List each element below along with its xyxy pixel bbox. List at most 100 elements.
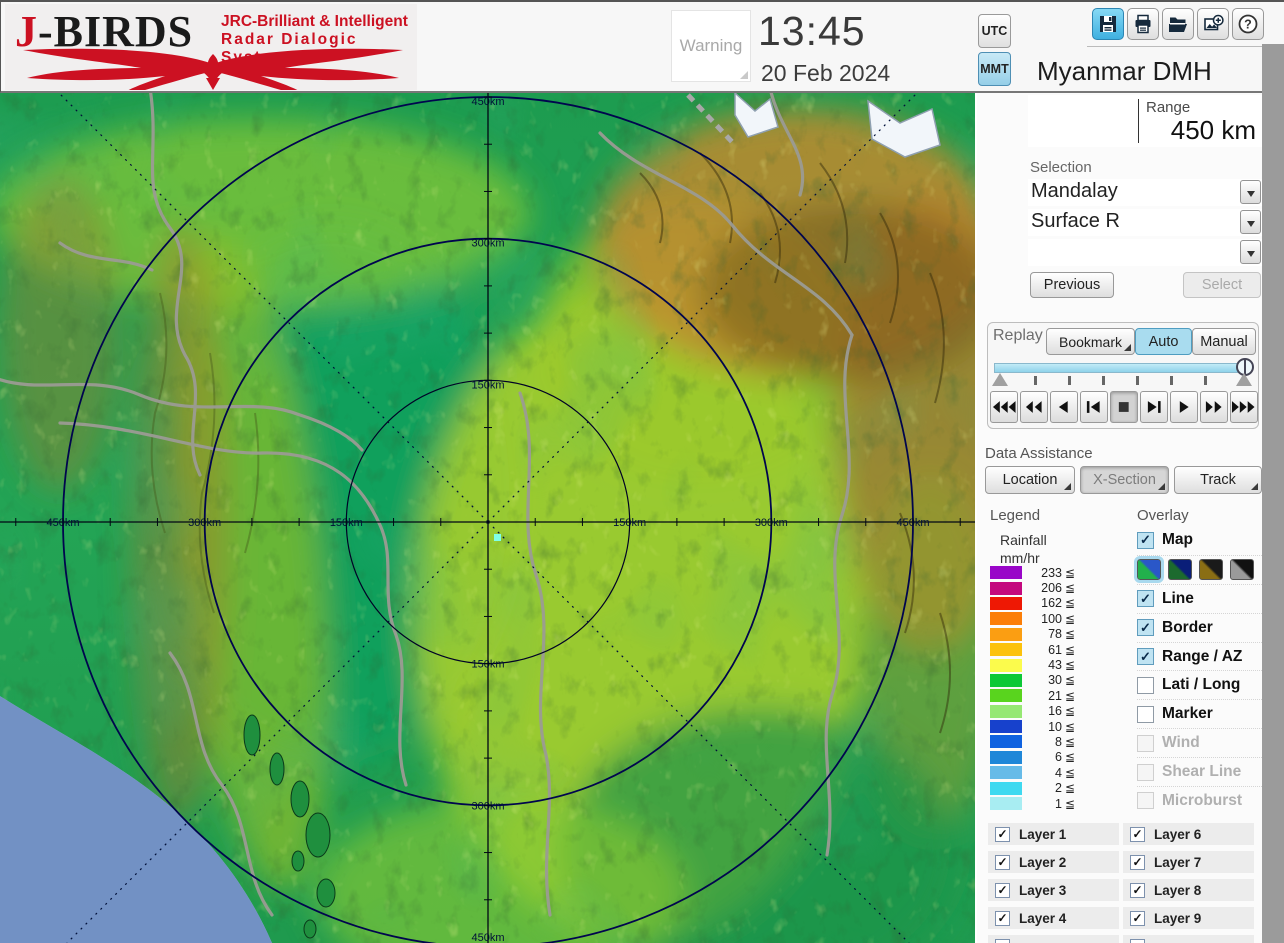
checkbox-marker[interactable] bbox=[1137, 705, 1154, 723]
replay-label: Replay bbox=[993, 327, 1043, 344]
save-button[interactable] bbox=[1092, 8, 1124, 40]
layer-row-layer-7[interactable]: ✓ Layer 7 bbox=[1123, 851, 1254, 873]
utc-button[interactable]: UTC bbox=[978, 14, 1011, 48]
step-forward-button[interactable] bbox=[1140, 391, 1168, 423]
overlay-row-shear-line[interactable]: Shear Line bbox=[1137, 757, 1262, 786]
checkbox-border[interactable]: ✓ bbox=[1137, 619, 1154, 637]
overlay-row-line[interactable]: ✓ Line bbox=[1137, 583, 1262, 613]
legend-value: 61 bbox=[1048, 642, 1062, 657]
overlay-row-map[interactable]: ✓ Map bbox=[1137, 526, 1262, 555]
save-icon bbox=[1100, 16, 1116, 32]
rewind-fast-button[interactable] bbox=[990, 391, 1018, 423]
radar-map[interactable]: 150km 150km 150km 150km 300km 300km 300km 300km… bbox=[0, 93, 975, 943]
layer-row-layer-8[interactable]: ✓ Layer 8 bbox=[1123, 879, 1254, 901]
forward-fast-button[interactable] bbox=[1230, 391, 1258, 423]
step-back-button[interactable] bbox=[1080, 391, 1108, 423]
checkbox-map[interactable]: ✓ bbox=[1137, 531, 1154, 549]
map-style-swatch-1[interactable] bbox=[1134, 556, 1164, 584]
slider-tick bbox=[1170, 376, 1173, 385]
legend-color-swatch bbox=[990, 612, 1022, 626]
layer-row-layer-2[interactable]: ✓ Layer 2 bbox=[988, 851, 1119, 873]
chevron-down-icon[interactable] bbox=[1240, 210, 1261, 234]
previous-button[interactable]: Previous bbox=[1030, 272, 1114, 298]
map-style-swatch-2[interactable] bbox=[1168, 559, 1192, 581]
control-panel: Range 450 km Selection Mandalay Surface … bbox=[977, 93, 1262, 943]
svg-text:300km: 300km bbox=[471, 800, 504, 812]
map-style-swatch-4[interactable] bbox=[1230, 559, 1254, 581]
overlay-item-label: Microburst bbox=[1162, 791, 1243, 809]
checkbox-layer-2[interactable]: ✓ bbox=[995, 854, 1010, 870]
track-button[interactable]: Track bbox=[1174, 466, 1262, 494]
site-dropdown[interactable]: Mandalay bbox=[1028, 179, 1262, 206]
option-dropdown[interactable] bbox=[1028, 239, 1262, 266]
layer-row-layer-9[interactable]: ✓ Layer 9 bbox=[1123, 907, 1254, 929]
checkbox-layer-9[interactable]: ✓ bbox=[1130, 910, 1145, 926]
rewind-button[interactable] bbox=[1020, 391, 1048, 423]
auto-button[interactable]: Auto bbox=[1135, 328, 1192, 355]
select-button[interactable]: Select bbox=[1183, 272, 1261, 298]
forward-button[interactable] bbox=[1200, 391, 1228, 423]
add-image-button[interactable] bbox=[1197, 8, 1229, 40]
bookmark-button[interactable]: Bookmark bbox=[1046, 328, 1135, 355]
overlay-item-label: Border bbox=[1162, 618, 1213, 636]
legend-value: 206 bbox=[1041, 581, 1062, 596]
checkbox-microburst bbox=[1137, 792, 1154, 810]
legend-title: Rainfall mm/hr bbox=[1000, 532, 1047, 567]
chevron-down-icon[interactable] bbox=[1240, 180, 1261, 204]
range-end-marker[interactable] bbox=[1236, 373, 1252, 386]
xsection-button[interactable]: X-Section bbox=[1080, 466, 1169, 494]
warning-button[interactable]: Warning bbox=[671, 10, 751, 82]
overlay-item-label: Map bbox=[1162, 531, 1193, 549]
help-button[interactable]: ? bbox=[1232, 8, 1264, 40]
mmt-button[interactable]: MMT bbox=[978, 52, 1011, 86]
checkbox-layer-6[interactable]: ✓ bbox=[1130, 826, 1145, 842]
leq-symbol: ≦ bbox=[1065, 734, 1076, 749]
replay-timeline-slider[interactable] bbox=[992, 358, 1256, 387]
range-start-marker[interactable] bbox=[992, 373, 1008, 386]
checkbox-layer-1[interactable]: ✓ bbox=[995, 826, 1010, 842]
svg-text:150km: 150km bbox=[471, 379, 504, 391]
layer-label: Layer 6 bbox=[1154, 826, 1202, 842]
map-style-swatch-3[interactable] bbox=[1199, 559, 1223, 581]
location-button[interactable]: Location bbox=[985, 466, 1075, 494]
radar-map-canvas: 150km150km150km 150km300km300km300km 300km… bbox=[0, 93, 975, 943]
manual-button[interactable]: Manual bbox=[1192, 328, 1256, 355]
layer-row-layer-4[interactable]: ✓ Layer 4 bbox=[988, 907, 1119, 929]
forward-fast-icon bbox=[1231, 401, 1255, 413]
replay-slider-track[interactable] bbox=[994, 363, 1244, 373]
overlay-row-lati-long[interactable]: Lati / Long bbox=[1137, 670, 1262, 699]
layer-row-layer-1[interactable]: ✓ Layer 1 bbox=[988, 823, 1119, 845]
checkbox-range-az[interactable]: ✓ bbox=[1137, 648, 1154, 665]
play-reverse-button[interactable] bbox=[1050, 391, 1078, 423]
checkbox-layer-4[interactable]: ✓ bbox=[995, 910, 1010, 926]
legend-value: 100 bbox=[1041, 611, 1062, 626]
stop-icon bbox=[1118, 402, 1129, 412]
checkbox-layer-3[interactable]: ✓ bbox=[995, 882, 1010, 898]
print-button[interactable] bbox=[1127, 8, 1159, 40]
overlay-row-marker[interactable]: Marker bbox=[1137, 699, 1262, 728]
overlay-row-microburst[interactable]: Microburst bbox=[1137, 786, 1262, 815]
checkbox-lati-long[interactable] bbox=[1137, 676, 1154, 694]
leq-symbol: ≦ bbox=[1065, 581, 1076, 596]
product-dropdown[interactable]: Surface R bbox=[1028, 209, 1262, 236]
overlay-row-wind[interactable]: Wind bbox=[1137, 728, 1262, 757]
leq-symbol: ≦ bbox=[1065, 765, 1076, 780]
chevron-down-icon[interactable] bbox=[1240, 240, 1261, 264]
layer-row-layer-3[interactable]: ✓ Layer 3 bbox=[988, 879, 1119, 901]
stop-button[interactable] bbox=[1110, 391, 1138, 423]
overlay-row-border[interactable]: ✓ Border bbox=[1137, 612, 1262, 642]
folder-button[interactable] bbox=[1162, 8, 1194, 40]
leq-symbol: ≦ bbox=[1065, 611, 1076, 626]
legend-value: 1 bbox=[1055, 796, 1062, 811]
layer-row-layer-6[interactable]: ✓ Layer 6 bbox=[1123, 823, 1254, 845]
layer-column-left: ✓ Layer 1 ✓ Layer 2 ✓ Layer 3 ✓ Layer 4 bbox=[988, 823, 1119, 943]
leq-symbol: ≦ bbox=[1065, 673, 1076, 688]
layer-label: Layer 9 bbox=[1154, 910, 1202, 926]
checkbox-layer-8[interactable]: ✓ bbox=[1130, 882, 1145, 898]
overlay-item-label: Wind bbox=[1162, 734, 1200, 752]
checkbox-layer-7[interactable]: ✓ bbox=[1130, 854, 1145, 870]
checkbox-line[interactable]: ✓ bbox=[1137, 590, 1154, 608]
overlay-row-range-az[interactable]: ✓ Range / AZ bbox=[1137, 641, 1262, 671]
leq-symbol: ≦ bbox=[1065, 688, 1076, 703]
play-button[interactable] bbox=[1170, 391, 1198, 423]
